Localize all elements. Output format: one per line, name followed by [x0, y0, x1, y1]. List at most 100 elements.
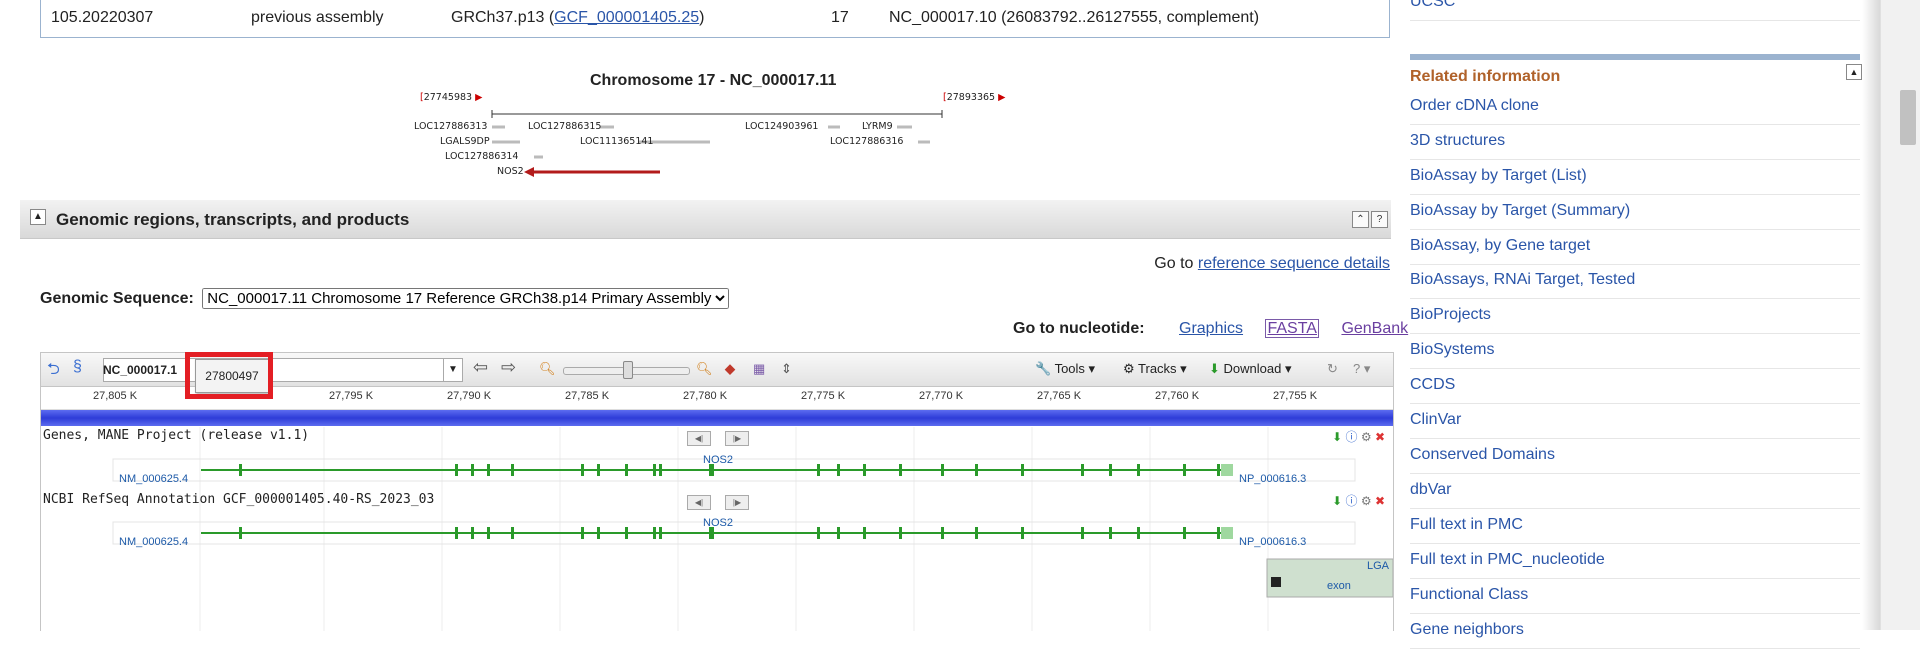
location-cell: NC_000017.10 (26083792..26127555, comple…: [889, 9, 1260, 26]
chromosome-ideogram: Chromosome 17 - NC_000017.11 [27745983 ▶…: [400, 70, 1040, 180]
ruler-tick: 27,760 K: [1155, 390, 1200, 402]
ruler-tick: 27,790 K: [447, 390, 492, 402]
refresh-icon[interactable]: ↻: [1327, 361, 1338, 377]
goto-nucleotide: Go to nucleotide: Graphics FASTA GenBank: [1013, 319, 1408, 338]
sidebar-item[interactable]: Functional Class: [1410, 579, 1860, 614]
assembly-link[interactable]: GCF_000001405.25: [554, 9, 699, 26]
genomic-sequence-select[interactable]: NC_000017.11 Chromosome 17 Reference GRC…: [202, 288, 730, 309]
sidebar-item[interactable]: BioSystems: [1410, 334, 1860, 369]
ruler-tick: 27,775 K: [801, 390, 846, 402]
fasta-link[interactable]: FASTA: [1265, 319, 1319, 338]
sidebar-item[interactable]: ClinVar: [1410, 404, 1860, 439]
sidebar-item[interactable]: CCDS: [1410, 369, 1860, 404]
sidebar-item[interactable]: 3D structures: [1410, 125, 1860, 160]
sidebar-item[interactable]: Gene neighbors: [1410, 614, 1860, 649]
multicolor-icon[interactable]: ▦: [753, 361, 765, 377]
version-cell: 105.20220307: [51, 9, 154, 26]
scroll-top-button[interactable]: ⌃: [1352, 211, 1369, 228]
sequence-icon[interactable]: §: [73, 358, 82, 376]
track-title-refseq: NCBI RefSeq Annotation GCF_000001405.40-…: [43, 492, 435, 507]
help-icon[interactable]: ? ▾: [1353, 361, 1370, 377]
highlight-box: [185, 352, 273, 399]
track-title-mane: Genes, MANE Project (release v1.1): [43, 428, 310, 443]
zoom-in-icon[interactable]: 🔍︎: [696, 361, 713, 377]
gene-label[interactable]: LOC127886314: [445, 151, 518, 162]
protein-label[interactable]: NP_000616.3: [1239, 473, 1306, 485]
goto-nucleotide-label: Go to nucleotide:: [1013, 320, 1145, 337]
gene-label[interactable]: LOC111365141: [580, 136, 653, 147]
gene-label[interactable]: LOC127886313: [414, 121, 487, 132]
section-header: ▲ Genomic regions, transcripts, and prod…: [20, 200, 1391, 239]
mini-label: LGA: [1367, 560, 1390, 572]
sequence-zoom-icon[interactable]: ◆: [725, 361, 735, 377]
back-icon[interactable]: ⮌: [47, 358, 60, 385]
sidebar-item-ucsc[interactable]: UCSC: [1410, 0, 1860, 21]
genomic-sequence: Genomic Sequence: NC_000017.11 Chromosom…: [40, 288, 730, 309]
reference-details-link[interactable]: reference sequence details: [1198, 255, 1390, 272]
assembly-suffix: ): [699, 9, 705, 26]
sidebar-item[interactable]: BioAssay by Target (List): [1410, 160, 1860, 195]
gene-label-nos2-track1[interactable]: NOS2: [703, 454, 733, 466]
ruler-tick: 27,765 K: [1037, 390, 1082, 402]
gene-label[interactable]: LGALS9DP: [440, 136, 490, 147]
sequence-label: NC_000017.1: [103, 363, 178, 377]
next-feature-button[interactable]: |▶: [725, 431, 749, 446]
graphics-link[interactable]: Graphics: [1179, 320, 1243, 337]
scrollbar-thumb[interactable]: [1900, 90, 1916, 145]
sidebar-item[interactable]: Order cDNA clone: [1410, 90, 1860, 125]
collapse-toggle[interactable]: ▲: [30, 209, 46, 225]
sidebar-item[interactable]: dbVar: [1410, 474, 1860, 509]
zoom-slider-handle[interactable]: [623, 361, 633, 379]
gene-label-nos2[interactable]: NOS2: [497, 166, 524, 177]
related-divider: [1410, 54, 1860, 60]
sidebar-item[interactable]: BioAssay, by Gene target: [1410, 230, 1860, 265]
prev-feature-button[interactable]: ◀|: [687, 431, 711, 446]
sidebar-item[interactable]: Conserved Domains: [1410, 439, 1860, 474]
assembly-prefix: GRCh37.p13 (: [451, 9, 555, 26]
pan-right-icon[interactable]: ⇨: [501, 357, 516, 378]
gene-label-nos2-track2[interactable]: NOS2: [703, 517, 733, 529]
sidebar-item[interactable]: Full text in PMC: [1410, 509, 1860, 544]
sidebar-item[interactable]: Full text in PMC_nucleotide: [1410, 544, 1860, 579]
fit-icon[interactable]: ⇕: [781, 361, 792, 377]
ruler-tick: 27,770 K: [919, 390, 964, 402]
sidebar-item[interactable]: BioAssay by Target (Summary): [1410, 195, 1860, 230]
transcript-label[interactable]: NM_000625.4: [119, 473, 188, 485]
goto-reference: Go to reference sequence details: [1154, 255, 1390, 272]
gene-label[interactable]: LOC127886316: [830, 136, 903, 147]
tools-menu[interactable]: 🔧 Tools ▾: [1035, 361, 1095, 377]
sidebar-item[interactable]: BioProjects: [1410, 299, 1860, 334]
transcript-label[interactable]: NM_000625.4: [119, 536, 188, 548]
page-edge-shadow: [1862, 0, 1880, 630]
gene-label[interactable]: LYRM9: [862, 121, 893, 132]
genbank-link[interactable]: GenBank: [1341, 320, 1408, 337]
prev-feature-button[interactable]: ◀|: [687, 495, 711, 510]
zoom-out-icon[interactable]: 🔍︎: [539, 361, 556, 377]
genomic-sequence-label: Genomic Sequence:: [40, 290, 194, 307]
vertical-scrollbar[interactable]: [1880, 0, 1920, 630]
ideogram-graphics: [491, 110, 943, 177]
gene-label[interactable]: LOC124903961: [745, 121, 818, 132]
exon-label: exon: [1327, 580, 1351, 592]
track-controls[interactable]: ⬇ ⓘ ⚙ ✖: [1332, 428, 1385, 445]
chr-cell: 17: [831, 9, 849, 26]
track-controls[interactable]: ⬇ ⓘ ⚙ ✖: [1332, 492, 1385, 509]
section-title: Genomic regions, transcripts, and produc…: [56, 210, 410, 229]
ruler-tick: 27,805 K: [93, 390, 138, 402]
pan-left-icon[interactable]: ⇦: [473, 357, 488, 378]
status-cell: previous assembly: [251, 9, 384, 26]
help-button[interactable]: ?: [1371, 211, 1388, 228]
protein-label[interactable]: NP_000616.3: [1239, 536, 1306, 548]
download-menu[interactable]: ⬇ Download ▾: [1209, 361, 1292, 377]
chevron-down-icon[interactable]: ▼: [443, 359, 462, 381]
gene-label[interactable]: LOC127886315: [528, 121, 601, 132]
next-feature-button[interactable]: |▶: [725, 495, 749, 510]
ruler-tick: 27,785 K: [565, 390, 610, 402]
collapse-toggle[interactable]: ▲: [1846, 64, 1862, 80]
assembly-cell: GRCh37.p13 (GCF_000001405.25): [451, 9, 705, 27]
sidebar-item[interactable]: BioAssays, RNAi Target, Tested: [1410, 264, 1860, 299]
sequence-bar[interactable]: [41, 410, 1393, 426]
ruler-tick: 27,755 K: [1273, 390, 1318, 402]
assembly-row: 105.20220307 previous assembly GRCh37.p1…: [40, 0, 1390, 38]
tracks-menu[interactable]: ⚙ Tracks ▾: [1123, 361, 1187, 377]
